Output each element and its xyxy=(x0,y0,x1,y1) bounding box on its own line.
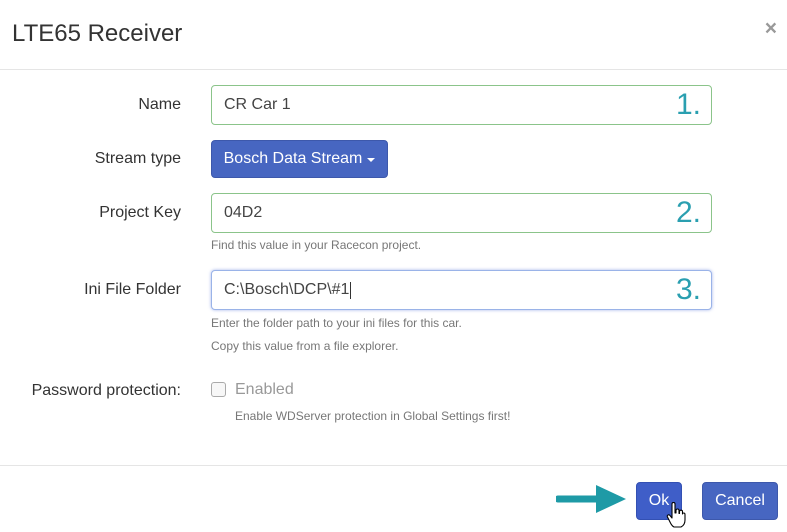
password-label: Password protection: xyxy=(31,382,181,399)
ini-folder-label: Ini File Folder xyxy=(84,281,181,298)
hand-cursor-icon xyxy=(666,502,686,528)
password-enabled-label[interactable]: Enabled xyxy=(235,381,294,399)
stream-type-dropdown[interactable]: Bosch Data Stream xyxy=(211,140,388,178)
stream-type-label: Stream type xyxy=(94,150,181,167)
arrow-right-icon xyxy=(556,485,626,513)
project-key-input[interactable]: 04D2 2. xyxy=(211,193,712,233)
step-annotation-3: 3. xyxy=(675,273,701,306)
name-input-value: CR Car 1 xyxy=(224,96,291,113)
password-enabled-checkbox[interactable] xyxy=(211,382,226,397)
password-help: Enable WDServer protection in Global Set… xyxy=(235,409,511,423)
project-key-label: Project Key xyxy=(99,204,181,221)
dialog-title: LTE65 Receiver xyxy=(12,20,183,47)
text-caret xyxy=(350,281,352,299)
close-icon[interactable]: × xyxy=(765,17,777,41)
project-key-help: Find this value in your Racecon project. xyxy=(211,238,422,252)
ini-folder-value: C:\Bosch\DCP\#1 xyxy=(224,281,350,298)
step-annotation-2: 2. xyxy=(675,196,701,229)
ini-folder-help-1: Enter the folder path to your ini files … xyxy=(211,316,462,330)
ini-folder-help-2: Copy this value from a file explorer. xyxy=(211,339,399,353)
dialog-header: LTE65 Receiver × xyxy=(0,0,787,70)
name-input[interactable]: CR Car 1 1. xyxy=(211,85,712,125)
project-key-value: 04D2 xyxy=(224,204,263,221)
cancel-button[interactable]: Cancel xyxy=(702,482,778,520)
stream-type-value: Bosch Data Stream xyxy=(223,150,363,167)
footer-divider xyxy=(0,465,787,466)
step-annotation-1: 1. xyxy=(675,88,701,121)
name-label: Name xyxy=(138,96,181,113)
ini-folder-input[interactable]: C:\Bosch\DCP\#1 3. xyxy=(211,270,712,310)
caret-down-icon xyxy=(367,158,376,162)
